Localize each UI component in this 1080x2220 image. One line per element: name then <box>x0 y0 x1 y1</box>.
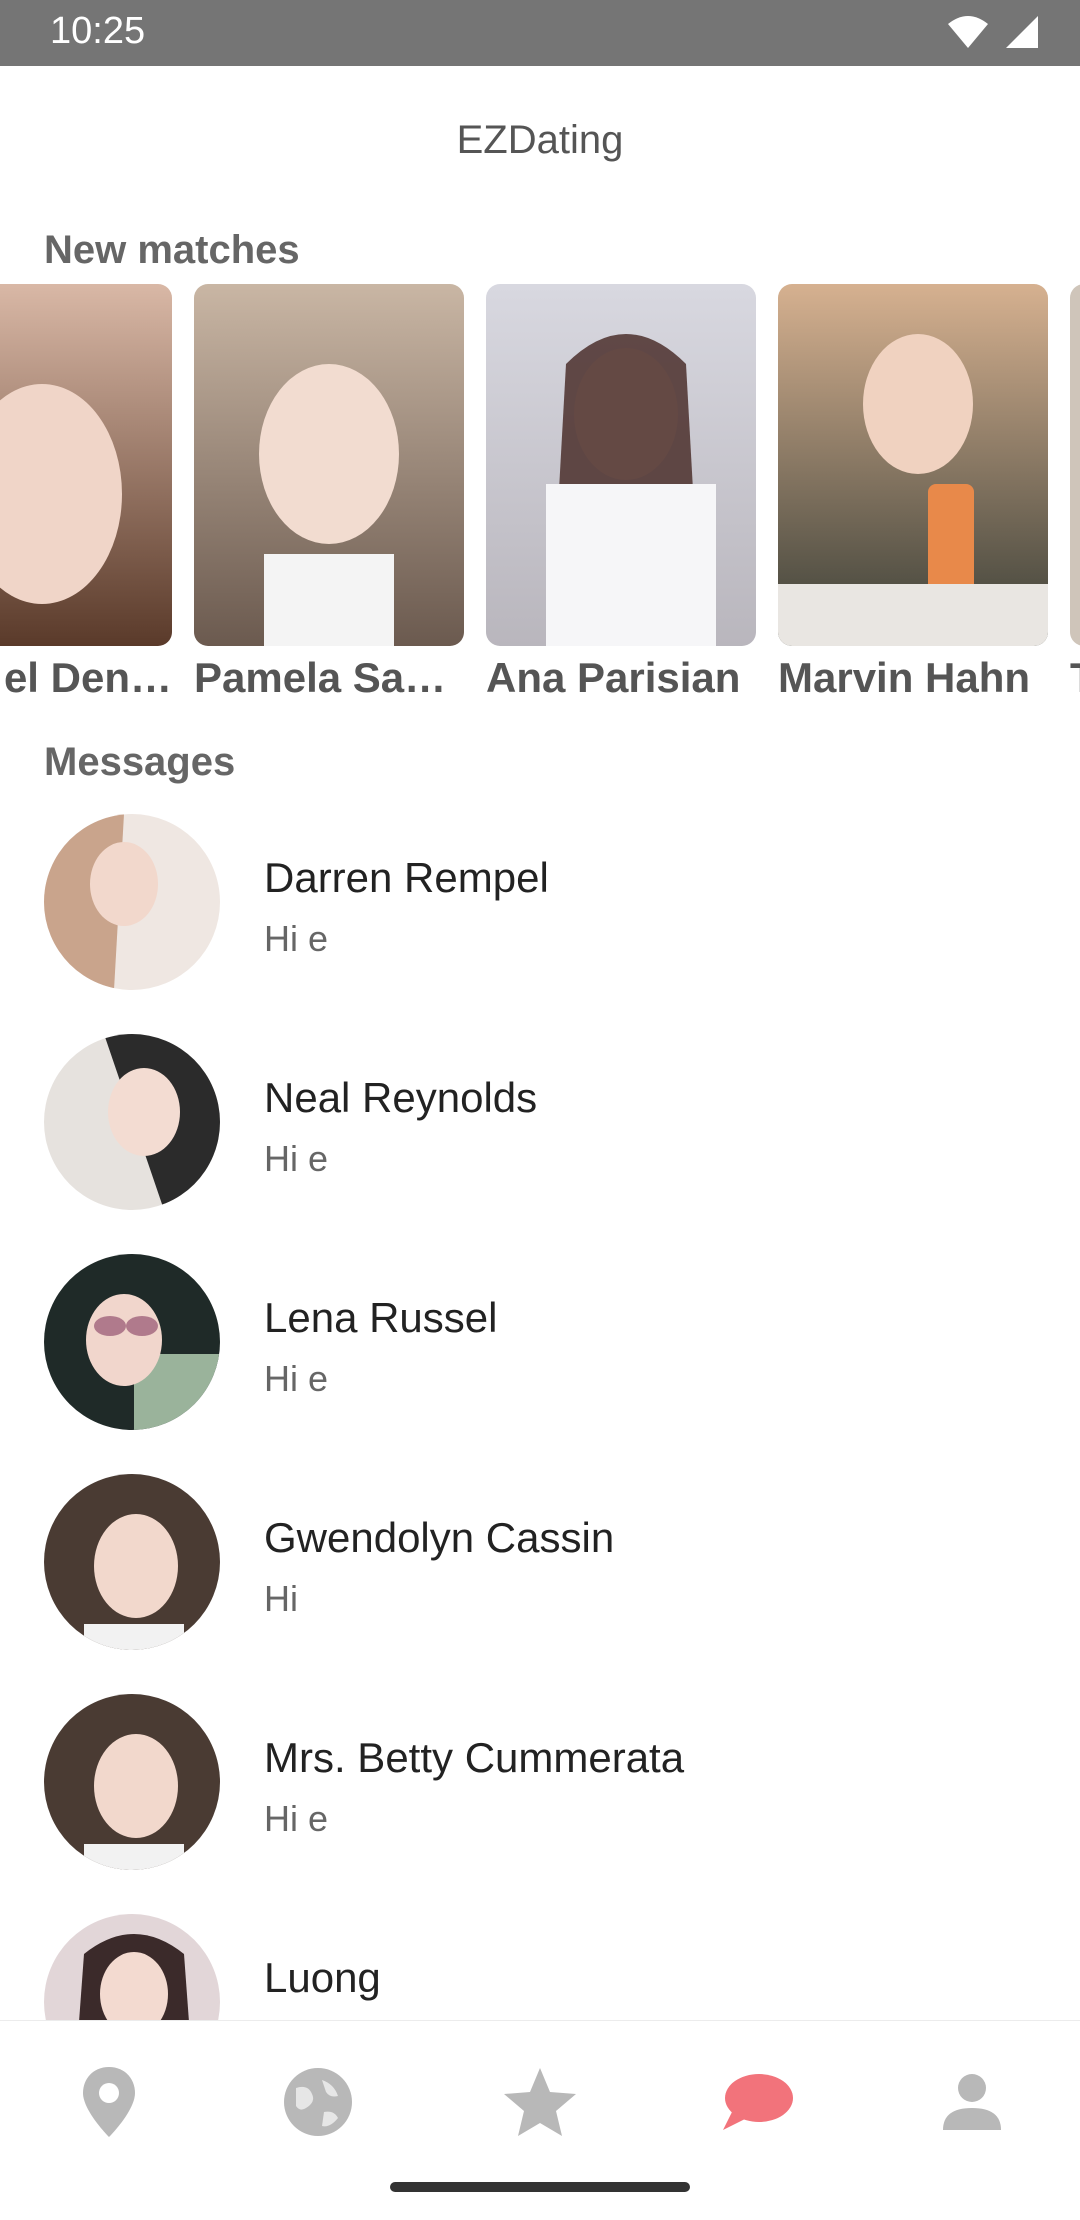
list-item[interactable]: Gwendolyn Cassin Hi <box>0 1474 1080 1694</box>
person-icon <box>941 2072 1003 2132</box>
list-item[interactable]: Luong <box>0 1914 1080 2020</box>
match-name: Ana Parisian <box>486 654 741 701</box>
match-photo[interactable] <box>486 284 756 646</box>
match-name: el Den… <box>3 654 172 701</box>
avatar[interactable] <box>44 1914 220 2020</box>
list-item[interactable]: Lena Russel Hi e <box>0 1254 1080 1474</box>
matches-carousel[interactable]: el Den… Pamela Sau… Ana Parisian Marvin … <box>0 284 1080 704</box>
match-photo[interactable] <box>778 284 1048 646</box>
contact-name: Luong <box>264 1954 381 2001</box>
nav-messages[interactable] <box>712 2057 802 2147</box>
nav-nearby[interactable] <box>64 2057 154 2147</box>
match-name: Pamela Sau… <box>194 654 464 701</box>
list-item[interactable]: Darren Rempel Hi e <box>0 814 1080 1034</box>
new-matches-heading: New matches <box>44 228 300 272</box>
list-item[interactable]: Mrs. Betty Cummerata Hi e <box>0 1694 1080 1914</box>
contact-name: Lena Russel <box>264 1294 498 1341</box>
avatar[interactable] <box>44 1474 220 1650</box>
match-photo[interactable] <box>0 284 172 646</box>
contact-name: Gwendolyn Cassin <box>264 1514 615 1561</box>
message-preview: Hi e <box>264 1138 329 1179</box>
message-list[interactable]: Darren Rempel Hi e Neal Reynolds Hi e Le… <box>0 810 1080 2020</box>
match-name: Marvin Hahn <box>778 654 1031 701</box>
bottom-navigation <box>0 2020 1080 2171</box>
location-pin-icon <box>79 2065 139 2139</box>
status-bar: 10:25 <box>0 0 1080 66</box>
home-indicator[interactable] <box>390 2182 690 2192</box>
message-preview: Hi e <box>264 918 329 959</box>
app-title: EZDating <box>456 118 624 162</box>
message-preview: Hi <box>264 1578 298 1619</box>
status-icons <box>946 14 1040 50</box>
match-card[interactable]: Ana Parisian <box>486 284 756 702</box>
status-time: 10:25 <box>50 10 146 52</box>
avatar[interactable] <box>44 814 220 990</box>
match-card[interactable]: T <box>1070 284 1080 702</box>
contact-name: Neal Reynolds <box>264 1074 538 1121</box>
nav-explore[interactable] <box>273 2057 363 2147</box>
avatar[interactable] <box>44 1694 220 1870</box>
globe-icon <box>282 2066 354 2138</box>
contact-name: Mrs. Betty Cummerata <box>264 1734 685 1781</box>
avatar[interactable] <box>44 1034 220 1210</box>
match-card[interactable]: el Den… <box>0 284 172 702</box>
message-preview: Hi e <box>264 1798 329 1839</box>
nav-favorites[interactable] <box>495 2057 585 2147</box>
contact-name: Darren Rempel <box>264 854 549 901</box>
message-preview: Hi e <box>264 1358 329 1399</box>
match-card[interactable]: Pamela Sau… <box>194 284 464 702</box>
nav-profile[interactable] <box>927 2057 1017 2147</box>
avatar[interactable] <box>44 1254 220 1430</box>
wifi-icon <box>946 14 990 50</box>
match-photo[interactable] <box>1070 284 1080 646</box>
signal-icon <box>1004 14 1040 50</box>
messages-heading: Messages <box>44 740 236 784</box>
chat-bubble-icon <box>719 2070 795 2134</box>
list-item[interactable]: Neal Reynolds Hi e <box>0 1034 1080 1254</box>
match-photo[interactable] <box>194 284 464 646</box>
match-name: T <box>1070 654 1080 702</box>
star-icon <box>502 2066 578 2138</box>
match-card[interactable]: Marvin Hahn <box>778 284 1048 702</box>
